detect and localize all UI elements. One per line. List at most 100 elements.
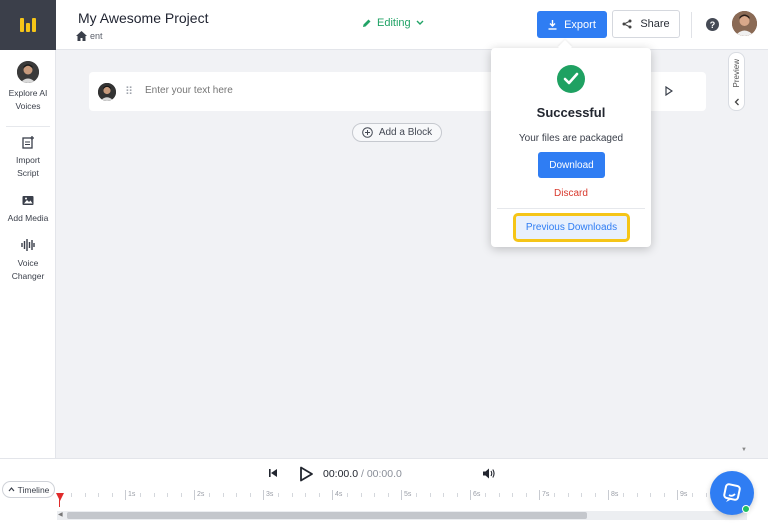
popup-title: Successful <box>536 105 606 120</box>
mode-dropdown[interactable]: Editing <box>362 17 424 29</box>
ruler-minor-tick <box>98 493 100 497</box>
ruler-minor-tick <box>512 493 514 497</box>
user-avatar[interactable] <box>732 11 757 36</box>
ruler-minor-tick <box>429 493 431 497</box>
ruler-minor-tick <box>112 493 114 497</box>
ruler-minor-tick <box>153 493 155 497</box>
ruler-minor-tick <box>526 493 528 497</box>
ruler-minor-tick <box>84 493 86 497</box>
block-voice-avatar[interactable] <box>98 83 116 101</box>
sidebar-item-voice-changer[interactable]: Voice Changer <box>0 237 56 283</box>
ruler-minor-tick <box>222 493 224 497</box>
voice-changer-icon <box>20 237 36 253</box>
ruler-minor-tick <box>319 493 321 497</box>
breadcrumb[interactable]: ent <box>76 31 103 41</box>
ruler-minor-tick <box>705 493 707 497</box>
breadcrumb-label: ent <box>90 31 103 41</box>
ruler-minor-tick <box>181 493 183 497</box>
ruler-minor-tick <box>498 493 500 497</box>
download-icon <box>548 19 557 30</box>
left-sidebar: Explore AI Voices Import Script Add Medi… <box>0 50 56 527</box>
sidebar-item-explore-ai-voices[interactable]: Explore AI Voices <box>0 61 56 113</box>
avatar-image-icon <box>732 11 757 36</box>
add-media-icon <box>20 192 36 208</box>
online-status-dot <box>742 505 750 513</box>
ruler-tick-label: 5s <box>401 490 411 500</box>
ruler-minor-tick <box>484 493 486 497</box>
preview-label: Preview <box>732 59 741 88</box>
sidebar-divider <box>6 126 50 127</box>
download-button[interactable]: Download <box>538 152 605 178</box>
play-icon[interactable] <box>298 466 314 482</box>
playhead-line <box>59 493 60 507</box>
ruler-tick-label: 8s <box>608 490 618 500</box>
ruler-minor-tick <box>167 493 169 497</box>
ruler-minor-tick <box>70 493 72 497</box>
timeline-ruler[interactable]: 1s 2s 3s 4s 5s 6s 7s 8s 9s <box>57 489 747 501</box>
ruler-minor-tick <box>305 493 307 497</box>
sidebar-item-label: Add Media <box>7 213 49 223</box>
previous-downloads-button[interactable]: Previous Downloads <box>513 213 630 242</box>
sidebar-item-import-script[interactable]: Import Script <box>0 134 56 180</box>
avatar-image-icon <box>98 83 116 101</box>
ruler-tick-label: 1s <box>125 490 135 500</box>
avatar-image-icon <box>17 61 39 83</box>
popup-message: Your files are packaged <box>518 133 624 144</box>
ruler-minor-tick <box>374 493 376 497</box>
discard-link[interactable]: Discard <box>491 188 651 199</box>
time-display: 00:00.0 / 00:00.0 <box>323 468 402 480</box>
app-logo[interactable] <box>0 0 56 50</box>
sidebar-item-add-media[interactable]: Add Media <box>0 192 56 225</box>
ruler-minor-tick <box>208 493 210 497</box>
ruler-minor-tick <box>664 493 666 497</box>
scrollbar-thumb[interactable] <box>67 512 587 519</box>
export-button[interactable]: Export <box>537 11 607 38</box>
block-text-input[interactable] <box>145 85 445 96</box>
player-bar: Timeline 00:00.0 / 00:00.0 1s 2s 3s 4s 5… <box>0 458 768 527</box>
popup-divider <box>497 208 645 209</box>
chat-icon <box>723 483 741 502</box>
ruler-minor-tick <box>457 493 459 497</box>
drag-handle-icon[interactable]: ⠿ <box>125 85 133 98</box>
time-separator: / <box>358 468 367 480</box>
vertical-scrollbar[interactable] <box>740 50 748 457</box>
timeline-label: Timeline <box>17 484 50 495</box>
ruler-minor-tick <box>581 493 583 497</box>
ruler-tick-label: 2s <box>194 490 204 500</box>
project-title[interactable]: My Awesome Project <box>78 10 208 26</box>
playhead-marker[interactable] <box>56 493 64 501</box>
pencil-icon <box>363 19 371 27</box>
scroll-down-icon[interactable]: ▼ <box>741 447 747 453</box>
share-button[interactable]: Share <box>612 10 680 38</box>
volume-icon[interactable] <box>482 468 495 479</box>
export-label: Export <box>564 18 596 31</box>
preview-tab[interactable]: Preview <box>728 52 745 111</box>
share-label: Share <box>640 18 670 30</box>
ruler-minor-tick <box>250 493 252 497</box>
add-block-label: Add a Block <box>378 127 433 138</box>
help-icon[interactable]: ? <box>706 18 719 31</box>
chevron-up-icon <box>8 487 15 492</box>
ruler-minor-tick <box>650 493 652 497</box>
timeline-toggle-button[interactable]: Timeline <box>2 481 55 498</box>
scroll-left-icon[interactable]: ◀ <box>58 511 63 520</box>
ruler-tick-label: 3s <box>263 490 273 500</box>
ruler-tick-label: 4s <box>332 490 342 500</box>
ruler-minor-tick <box>553 493 555 497</box>
add-block-button[interactable]: Add a Block <box>352 123 442 142</box>
home-icon <box>76 31 87 41</box>
ruler-tick-label: 7s <box>539 490 549 500</box>
share-icon <box>622 19 632 29</box>
play-block-icon[interactable] <box>665 86 673 96</box>
ruler-minor-tick <box>622 493 624 497</box>
check-circle-icon <box>557 65 585 93</box>
app-window: My Awesome Project ent Editing Export Sh… <box>0 0 768 527</box>
horizontal-scrollbar[interactable]: ◀ <box>57 511 747 520</box>
chevron-down-icon <box>416 20 424 25</box>
total-duration: 00:00.0 <box>366 468 402 480</box>
import-script-icon <box>20 134 36 150</box>
current-time: 00:00.0 <box>323 468 359 480</box>
header-divider <box>691 12 692 38</box>
ruler-minor-tick <box>139 493 141 497</box>
skip-back-icon[interactable] <box>268 468 278 478</box>
